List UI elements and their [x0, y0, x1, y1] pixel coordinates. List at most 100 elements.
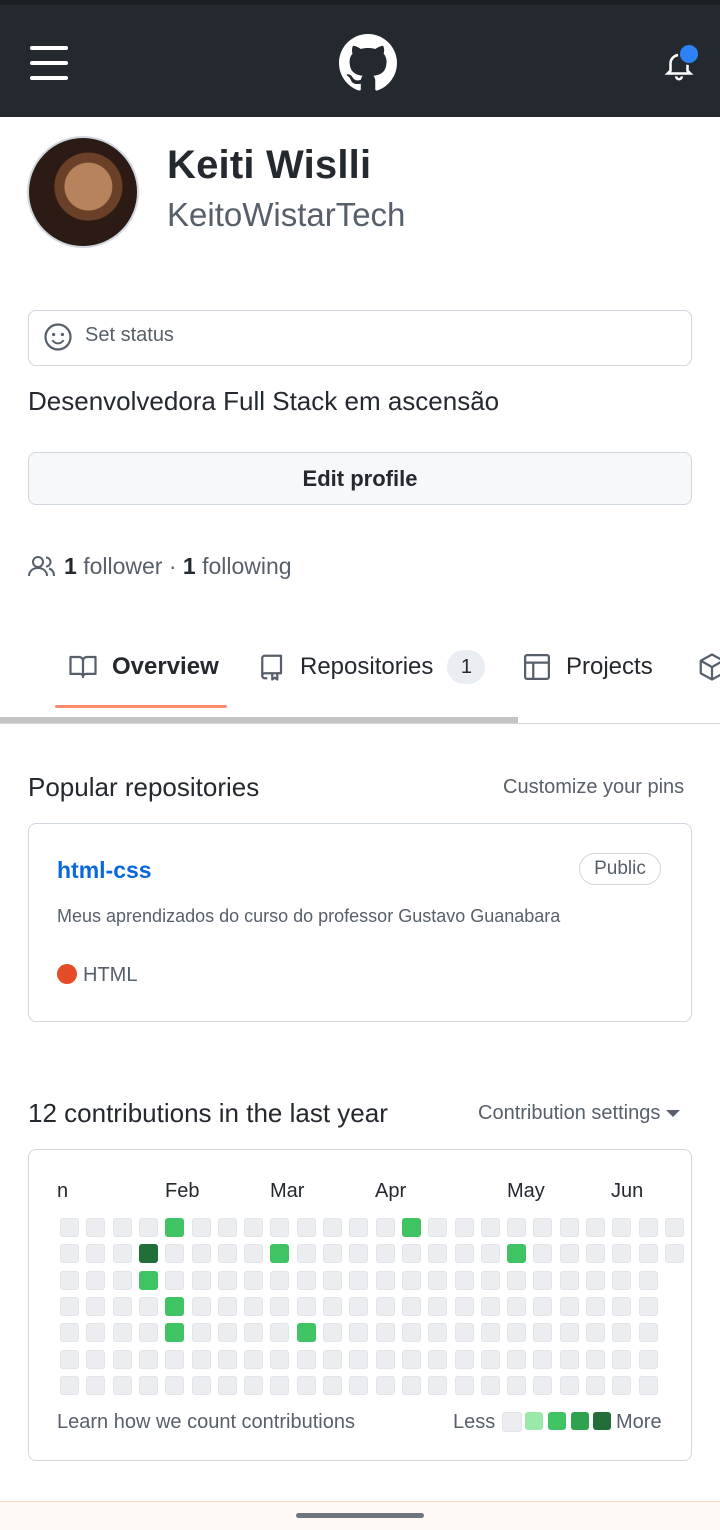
contribution-day-cell[interactable]	[323, 1296, 342, 1316]
contribution-day-cell[interactable]	[375, 1375, 395, 1395]
contribution-day-cell[interactable]	[244, 1349, 264, 1369]
contribution-day-cell[interactable]	[428, 1296, 448, 1316]
tab-projects[interactable]: Projects	[522, 634, 653, 700]
contribution-day-cell[interactable]	[507, 1296, 527, 1316]
contribution-day-cell[interactable]	[270, 1218, 290, 1237]
contribution-day-cell[interactable]	[401, 1270, 421, 1290]
contribution-day-cell[interactable]	[612, 1323, 632, 1343]
contribution-day-cell[interactable]	[112, 1349, 132, 1369]
contribution-day-cell[interactable]	[559, 1270, 579, 1290]
contribution-day-cell[interactable]	[112, 1375, 132, 1395]
contribution-day-cell[interactable]	[533, 1270, 553, 1290]
contribution-day-cell[interactable]	[270, 1296, 290, 1316]
contribution-day-cell[interactable]	[638, 1375, 658, 1395]
contribution-day-cell[interactable]	[612, 1349, 632, 1369]
contribution-day-cell[interactable]	[428, 1375, 448, 1395]
contribution-day-cell[interactable]	[112, 1323, 132, 1343]
contribution-day-cell[interactable]	[349, 1375, 369, 1395]
contribution-day-cell[interactable]	[86, 1375, 106, 1395]
contribution-day-cell[interactable]	[191, 1349, 211, 1369]
contribution-day-cell[interactable]	[323, 1349, 342, 1369]
contribution-day-cell[interactable]	[507, 1270, 527, 1290]
contribution-day-cell[interactable]	[296, 1349, 316, 1369]
github-logo-icon[interactable]	[339, 34, 397, 92]
contribution-day-cell[interactable]	[270, 1349, 290, 1369]
contribution-day-cell[interactable]	[112, 1218, 132, 1237]
contribution-day-cell[interactable]	[559, 1375, 579, 1395]
contribution-day-cell[interactable]	[559, 1323, 579, 1343]
contribution-day-cell[interactable]	[401, 1296, 421, 1316]
contribution-day-cell[interactable]	[428, 1323, 448, 1343]
contribution-day-cell[interactable]	[296, 1323, 316, 1343]
contribution-day-cell[interactable]	[454, 1323, 474, 1343]
contribution-day-cell[interactable]	[507, 1349, 527, 1369]
contribution-day-cell[interactable]	[138, 1323, 158, 1343]
contribution-day-cell[interactable]	[428, 1244, 448, 1264]
contribution-day-cell[interactable]	[533, 1349, 553, 1369]
contribution-day-cell[interactable]	[349, 1270, 369, 1290]
contribution-day-cell[interactable]	[612, 1244, 632, 1264]
contribution-day-cell[interactable]	[454, 1296, 474, 1316]
contribution-day-cell[interactable]	[86, 1323, 106, 1343]
contribution-day-cell[interactable]	[401, 1218, 421, 1237]
contribution-day-cell[interactable]	[454, 1218, 474, 1237]
contribution-settings-dropdown[interactable]: Contribution settings	[478, 1102, 681, 1125]
contribution-day-cell[interactable]	[533, 1244, 553, 1264]
contribution-day-cell[interactable]	[454, 1270, 474, 1290]
contribution-day-cell[interactable]	[533, 1375, 553, 1395]
set-status-button[interactable]: Set status	[28, 310, 692, 366]
contribution-day-cell[interactable]	[86, 1270, 106, 1290]
contribution-day-cell[interactable]	[323, 1244, 342, 1264]
home-indicator[interactable]	[296, 1513, 424, 1518]
contribution-day-cell[interactable]	[480, 1218, 500, 1237]
contribution-day-cell[interactable]	[217, 1244, 237, 1264]
contribution-day-cell[interactable]	[191, 1270, 211, 1290]
contribution-day-cell[interactable]	[480, 1244, 500, 1264]
contribution-day-cell[interactable]	[533, 1218, 553, 1237]
contribution-day-cell[interactable]	[296, 1244, 316, 1264]
contribution-day-cell[interactable]	[217, 1349, 237, 1369]
contribution-day-cell[interactable]	[375, 1270, 395, 1290]
contribution-day-cell[interactable]	[323, 1323, 342, 1343]
contribution-day-cell[interactable]	[191, 1296, 211, 1316]
contribution-day-cell[interactable]	[375, 1218, 395, 1237]
contribution-day-cell[interactable]	[296, 1375, 316, 1395]
contribution-day-cell[interactable]	[401, 1349, 421, 1369]
contribution-day-cell[interactable]	[112, 1296, 132, 1316]
contribution-day-cell[interactable]	[86, 1349, 106, 1369]
contribution-day-cell[interactable]	[454, 1349, 474, 1369]
contribution-day-cell[interactable]	[480, 1323, 500, 1343]
contribution-day-cell[interactable]	[375, 1244, 395, 1264]
contribution-day-cell[interactable]	[533, 1323, 553, 1343]
contribution-day-cell[interactable]	[638, 1349, 658, 1369]
contribution-day-cell[interactable]	[217, 1296, 237, 1316]
contribution-day-cell[interactable]	[375, 1349, 395, 1369]
contribution-day-cell[interactable]	[86, 1244, 106, 1264]
tab-repositories[interactable]: Repositories 1	[256, 634, 486, 700]
contribution-day-cell[interactable]	[612, 1270, 632, 1290]
contribution-day-cell[interactable]	[586, 1270, 605, 1290]
contribution-day-cell[interactable]	[559, 1349, 579, 1369]
contribution-day-cell[interactable]	[217, 1270, 237, 1290]
contribution-day-cell[interactable]	[401, 1244, 421, 1264]
contribution-day-cell[interactable]	[533, 1296, 553, 1316]
contribution-day-cell[interactable]	[559, 1218, 579, 1237]
contribution-day-cell[interactable]	[638, 1218, 658, 1237]
contribution-day-cell[interactable]	[586, 1296, 605, 1316]
contribution-day-cell[interactable]	[60, 1296, 79, 1316]
contribution-day-cell[interactable]	[112, 1270, 132, 1290]
contribution-day-cell[interactable]	[138, 1244, 158, 1264]
contribution-day-cell[interactable]	[638, 1270, 658, 1290]
contribution-day-cell[interactable]	[586, 1244, 605, 1264]
following-count[interactable]: 1	[183, 553, 196, 580]
contribution-day-cell[interactable]	[138, 1218, 158, 1237]
contribution-day-cell[interactable]	[244, 1375, 264, 1395]
edit-profile-button[interactable]: Edit profile	[28, 452, 692, 505]
contribution-day-cell[interactable]	[217, 1375, 237, 1395]
followers-link[interactable]: follower	[83, 553, 162, 580]
contribution-day-cell[interactable]	[270, 1375, 290, 1395]
contribution-day-cell[interactable]	[165, 1244, 185, 1264]
contribution-day-cell[interactable]	[507, 1218, 527, 1237]
avatar[interactable]	[27, 136, 139, 248]
contribution-day-cell[interactable]	[165, 1296, 185, 1316]
